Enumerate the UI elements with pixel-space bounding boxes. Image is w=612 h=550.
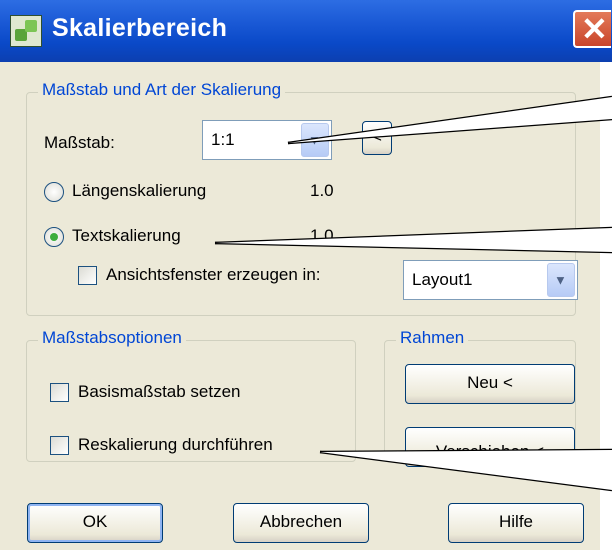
dialog-window: Skalierbereich ✕ Maßstab und Art der Ska…: [0, 0, 612, 550]
callout-lines: [214, 95, 612, 492]
